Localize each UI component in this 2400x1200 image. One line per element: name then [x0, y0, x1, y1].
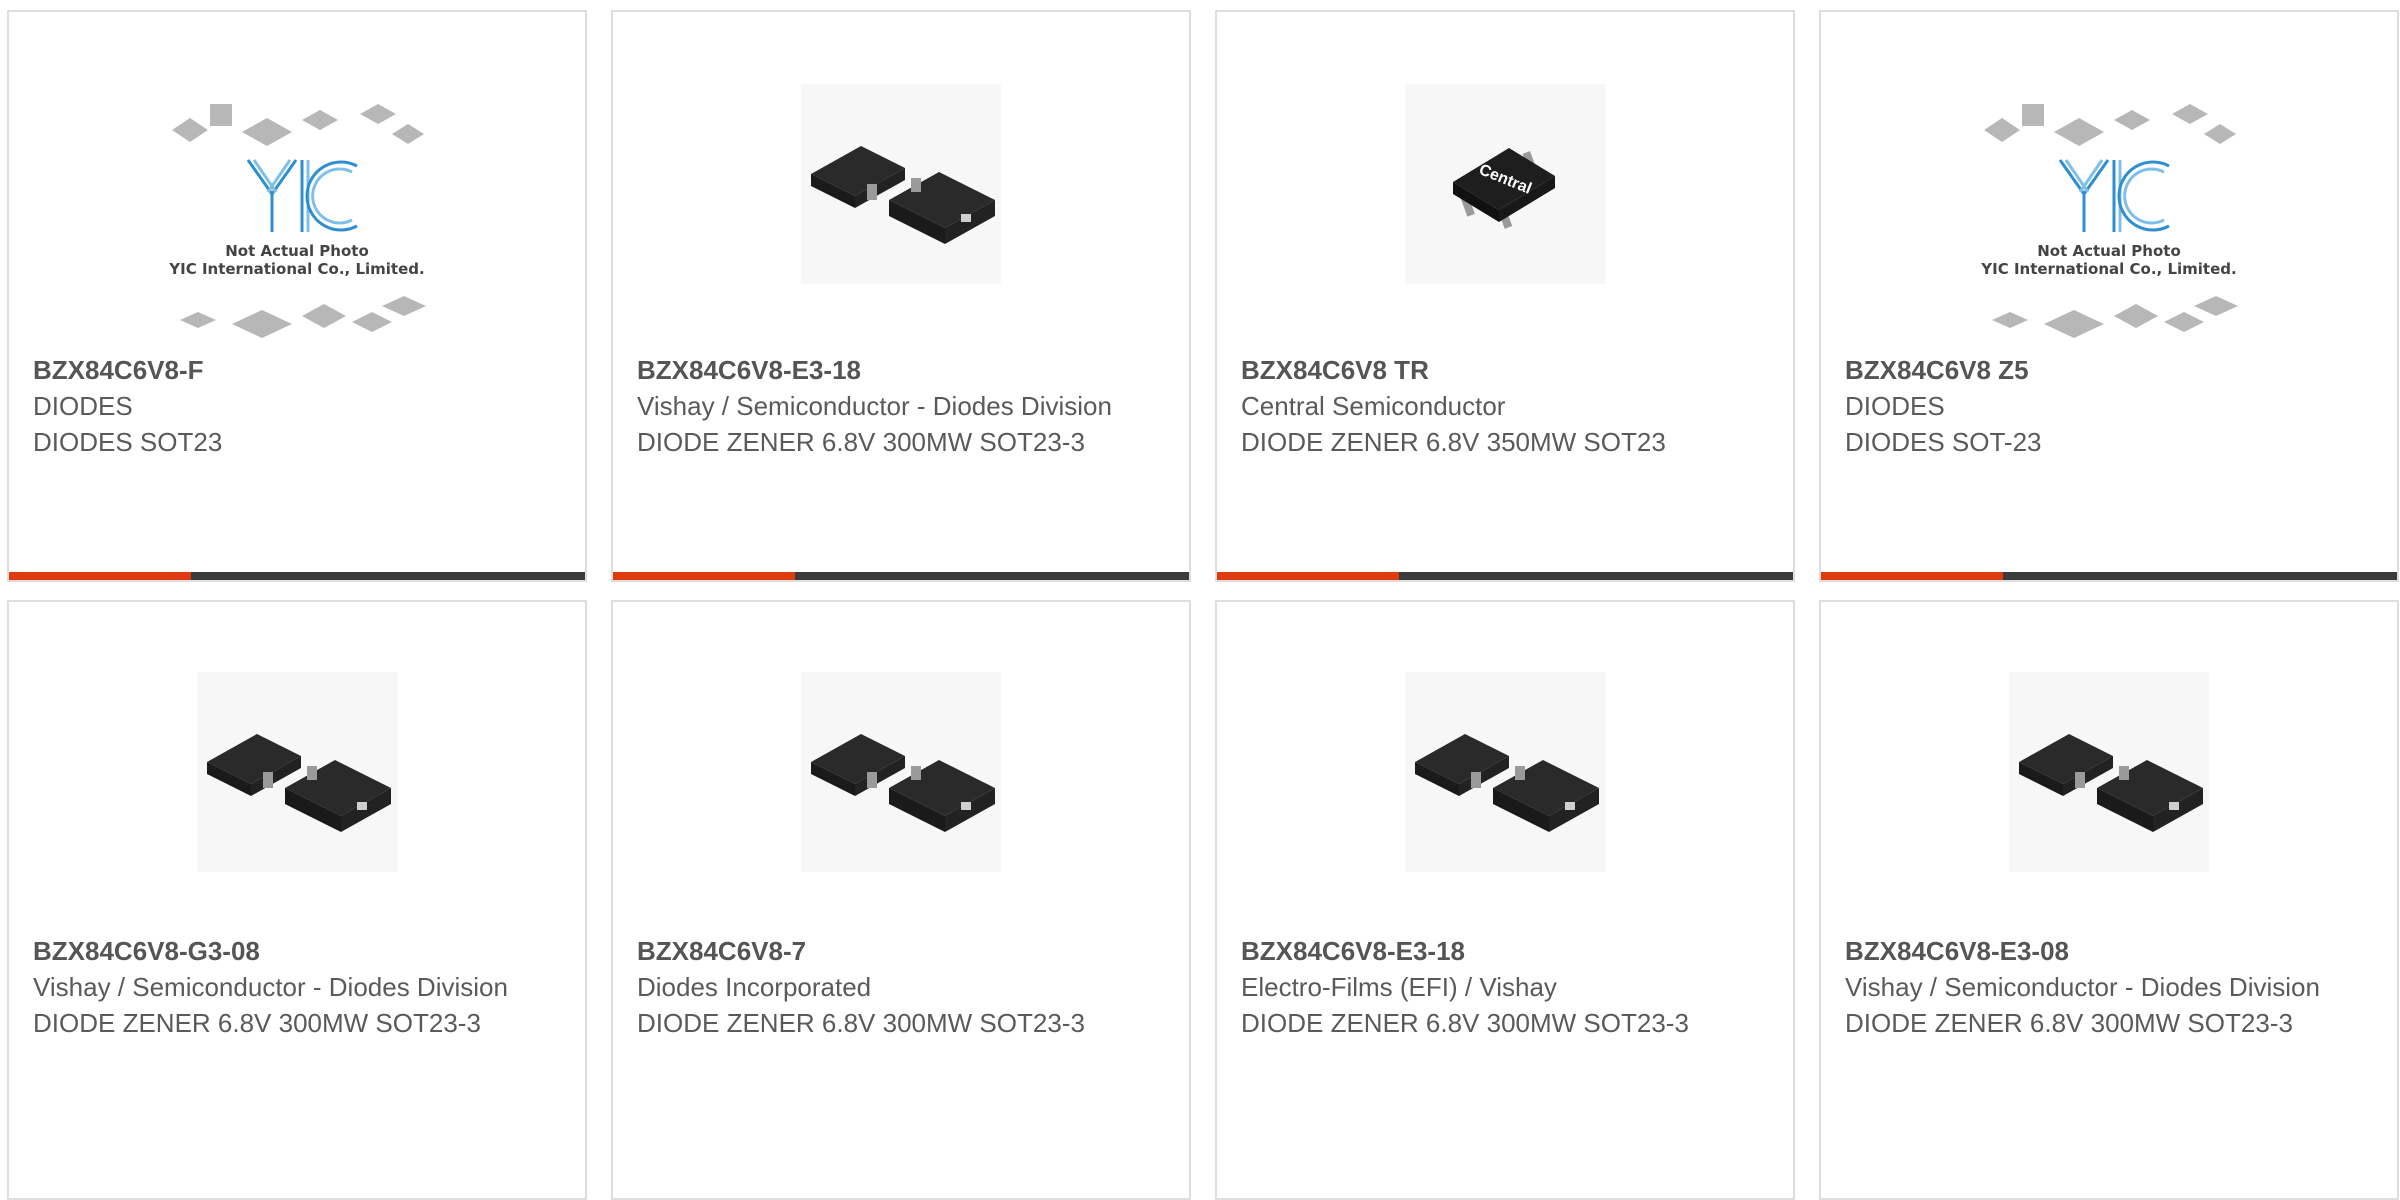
description: DIODES SOT-23 [1845, 427, 2042, 457]
product-card[interactable]: BZX84C6V8-E3-18 Electro-Films (EFI) / Vi… [1215, 600, 1795, 1200]
product-card[interactable]: BZX84C6V8-E3-18 Vishay / Semiconductor -… [611, 10, 1191, 582]
product-card[interactable]: Central BZX84C6V8 TR Central Semiconduct… [1215, 10, 1795, 582]
card-bottom-bar [1217, 572, 1793, 580]
manufacturer: Vishay / Semiconductor - Diodes Division [1845, 972, 2320, 1002]
description: DIODE ZENER 6.8V 300MW SOT23-3 [1845, 1008, 2293, 1038]
manufacturer: Vishay / Semiconductor - Diodes Division [637, 391, 1112, 421]
manufacturer: Diodes Incorporated [637, 972, 872, 1002]
manufacturer: Vishay / Semiconductor - Diodes Division [33, 972, 508, 1002]
sot23-package-image [801, 672, 1001, 872]
part-number[interactable]: BZX84C6V8-E3-18 [637, 352, 1165, 388]
card-accent-bar [1821, 572, 2003, 580]
part-number[interactable]: BZX84C6V8-E3-08 [1845, 933, 2373, 969]
card-accent-bar [613, 572, 795, 580]
product-info: BZX84C6V8 TR Central Semiconductor DIODE… [1241, 352, 1769, 460]
part-number[interactable]: BZX84C6V8-F [33, 352, 561, 388]
description: DIODE ZENER 6.8V 300MW SOT23-3 [1241, 1008, 1689, 1038]
placeholder-caption-2: YIC International Co., Limited. [1980, 260, 2236, 278]
placeholder-caption-2: YIC International Co., Limited. [168, 260, 424, 278]
product-info: BZX84C6V8-7 Diodes Incorporated DIODE ZE… [637, 933, 1165, 1041]
not-actual-photo-placeholder-image: Not Actual Photo YIC International Co., … [1980, 104, 2238, 338]
manufacturer: DIODES [1845, 391, 1945, 421]
product-card[interactable]: BZX84C6V8-7 Diodes Incorporated DIODE ZE… [611, 600, 1191, 1200]
card-bottom-bar [9, 572, 585, 580]
sot23-central-package-image: Central [1405, 84, 1605, 284]
manufacturer: DIODES [33, 391, 133, 421]
card-accent-bar [9, 572, 191, 580]
part-number[interactable]: BZX84C6V8 TR [1241, 352, 1769, 388]
description: DIODES SOT23 [33, 427, 223, 457]
card-accent-bar [1217, 572, 1399, 580]
not-actual-photo-placeholder-image: Not Actual Photo YIC International Co., … [168, 104, 426, 338]
manufacturer: Central Semiconductor [1241, 391, 1506, 421]
part-number[interactable]: BZX84C6V8-7 [637, 933, 1165, 969]
description: DIODE ZENER 6.8V 300MW SOT23-3 [637, 427, 1085, 457]
sot23-package-image [801, 84, 1001, 284]
description: DIODE ZENER 6.8V 300MW SOT23-3 [637, 1008, 1085, 1038]
product-info: BZX84C6V8-F DIODES DIODES SOT23 [33, 352, 561, 460]
description: DIODE ZENER 6.8V 300MW SOT23-3 [33, 1008, 481, 1038]
product-info: BZX84C6V8-E3-08 Vishay / Semiconductor -… [1845, 933, 2373, 1041]
product-card[interactable]: Not Actual Photo YIC International Co., … [7, 10, 587, 582]
placeholder-caption-1: Not Actual Photo [2037, 242, 2181, 260]
product-info: BZX84C6V8-E3-18 Electro-Films (EFI) / Vi… [1241, 933, 1769, 1041]
sot23-package-image [197, 672, 397, 872]
placeholder-caption-1: Not Actual Photo [225, 242, 369, 260]
description: DIODE ZENER 6.8V 350MW SOT23 [1241, 427, 1666, 457]
manufacturer: Electro-Films (EFI) / Vishay [1241, 972, 1557, 1002]
product-card[interactable]: Not Actual Photo YIC International Co., … [1819, 10, 2399, 582]
part-number[interactable]: BZX84C6V8 Z5 [1845, 352, 2373, 388]
product-info: BZX84C6V8-G3-08 Vishay / Semiconductor -… [33, 933, 561, 1041]
product-card[interactable]: BZX84C6V8-G3-08 Vishay / Semiconductor -… [7, 600, 587, 1200]
card-bottom-bar [1821, 572, 2397, 580]
sot23-package-image [2009, 672, 2209, 872]
product-info: BZX84C6V8-E3-18 Vishay / Semiconductor -… [637, 352, 1165, 460]
sot23-package-image [1405, 672, 1605, 872]
card-bottom-bar [613, 572, 1189, 580]
product-info: BZX84C6V8 Z5 DIODES DIODES SOT-23 [1845, 352, 2373, 460]
part-number[interactable]: BZX84C6V8-E3-18 [1241, 933, 1769, 969]
part-number[interactable]: BZX84C6V8-G3-08 [33, 933, 561, 969]
product-card[interactable]: BZX84C6V8-E3-08 Vishay / Semiconductor -… [1819, 600, 2399, 1200]
